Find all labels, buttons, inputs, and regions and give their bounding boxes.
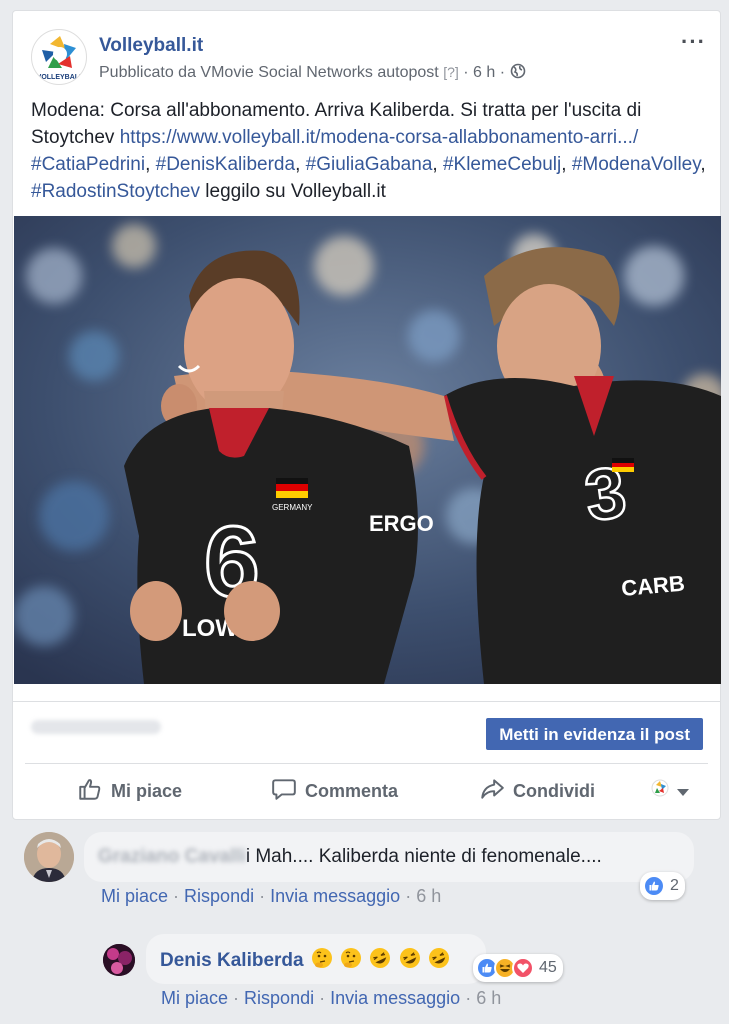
share-button[interactable]: Condividi xyxy=(479,774,595,808)
comment-reply-link[interactable]: Rispondi xyxy=(184,886,254,906)
published-by-label: Pubblicato da xyxy=(99,64,196,81)
post-as-selector[interactable] xyxy=(649,774,689,808)
like-button[interactable]: Mi piace xyxy=(77,774,182,808)
post-text-outro: leggilo su Volleyball.it xyxy=(200,181,386,202)
country-label: GERMANY xyxy=(272,503,313,512)
emoji-row xyxy=(309,948,450,971)
comment-reply-link[interactable]: Rispondi xyxy=(244,988,314,1008)
blurred-stats xyxy=(31,720,161,734)
article-link[interactable]: https://www.volleyball.it/modena-corsa-a… xyxy=(120,127,639,148)
poster-link[interactable]: VMovie Social Networks autopost xyxy=(200,64,438,81)
comment-like-link[interactable]: Mi piace xyxy=(161,988,228,1008)
more-options-icon[interactable]: ··· xyxy=(681,31,706,53)
comment-time[interactable]: 6 h xyxy=(476,988,501,1008)
caret-down-icon xyxy=(677,781,689,802)
promo-row: Metti in evidenza il post xyxy=(13,701,720,761)
like-reaction-icon xyxy=(643,875,665,897)
comment-like-link[interactable]: Mi piace xyxy=(101,886,168,906)
comment-bubble: Denis Kaliberda xyxy=(146,934,486,984)
post-photo[interactable]: 3 CARB 6 ERGO LOWO GERMANY xyxy=(14,216,721,684)
comment-bubble: Graziano Cavallii Mah.... Kaliberda nien… xyxy=(84,832,694,882)
help-marker[interactable]: [?] xyxy=(443,64,459,80)
like-label: Mi piace xyxy=(111,780,183,801)
hashtag-link[interactable]: #ModenaVolley xyxy=(572,154,701,175)
meta-separator: · xyxy=(463,64,469,81)
comment-text: i Mah.... Kaliberda niente di fenomenale… xyxy=(245,846,602,867)
comment-links: Mi piace · Rispondi · Invia messaggio · … xyxy=(101,886,442,906)
reply-comment: Denis Kaliberda 45 Mi piace · Rispondi ·… xyxy=(103,934,703,1014)
comment-label: Commenta xyxy=(305,780,399,801)
globe-icon[interactable] xyxy=(510,63,526,84)
left-sponsor: ERGO xyxy=(369,511,434,536)
rofl-face-icon xyxy=(369,947,391,976)
share-label: Condividi xyxy=(513,780,595,801)
hashtag-link[interactable]: #GiuliaGabana xyxy=(306,154,433,175)
page-logo-small-icon xyxy=(649,778,671,805)
hashtag-link[interactable]: #CatiaPedrini xyxy=(31,154,145,175)
post-actions: Mi piace Commenta Condividi xyxy=(25,763,708,815)
commenter-avatar[interactable] xyxy=(103,944,135,976)
post-meta: Pubblicato da VMovie Social Networks aut… xyxy=(99,63,526,84)
hashtag-link[interactable]: #KlemeCebulj xyxy=(443,154,561,175)
reaction-summary[interactable]: 2 xyxy=(640,872,685,900)
hashtag-link[interactable]: #RadostinStoytchev xyxy=(31,181,200,202)
comment-author[interactable]: Denis Kaliberda xyxy=(160,950,304,971)
thinking-face-icon xyxy=(340,947,362,976)
boost-post-button[interactable]: Metti in evidenza il post xyxy=(486,718,703,750)
thumbs-up-icon xyxy=(77,776,103,807)
page-avatar[interactable]: VOLLEYBALL xyxy=(31,29,87,85)
thinking-face-icon xyxy=(311,947,333,976)
comment-bubble-icon xyxy=(271,776,297,807)
comment-message-link[interactable]: Invia messaggio xyxy=(330,988,460,1008)
share-arrow-icon xyxy=(479,776,505,807)
comment-links: Mi piace · Rispondi · Invia messaggio · … xyxy=(161,988,502,1008)
comment-author[interactable]: Graziano Cavalli xyxy=(98,846,246,867)
reaction-count: 2 xyxy=(670,877,679,894)
rofl-face-icon xyxy=(428,947,450,976)
post-text: Modena: Corsa all'abbonamento. Arriva Ka… xyxy=(31,100,706,202)
meta-separator-2: · xyxy=(499,64,506,81)
rofl-face-icon xyxy=(399,947,421,976)
comment-button[interactable]: Commenta xyxy=(271,774,398,808)
reaction-count: 45 xyxy=(539,959,557,976)
love-reaction-icon xyxy=(512,957,534,979)
post-card: VOLLEYBALL Volleyball.it Pubblicato da V… xyxy=(12,10,721,820)
commenter-avatar[interactable] xyxy=(24,832,74,882)
comment-message-link[interactable]: Invia messaggio xyxy=(270,886,400,906)
hashtag-link[interactable]: #DenisKaliberda xyxy=(156,154,295,175)
logo-text: VOLLEYBALL xyxy=(37,74,84,81)
post-header: VOLLEYBALL Volleyball.it Pubblicato da V… xyxy=(31,27,706,87)
page-name-link[interactable]: Volleyball.it xyxy=(99,35,203,57)
post-time[interactable]: 6 h xyxy=(473,64,495,81)
reaction-summary[interactable]: 45 xyxy=(473,954,563,982)
comment: Graziano Cavallii Mah.... Kaliberda nien… xyxy=(24,832,704,912)
comment-time[interactable]: 6 h xyxy=(416,886,441,906)
